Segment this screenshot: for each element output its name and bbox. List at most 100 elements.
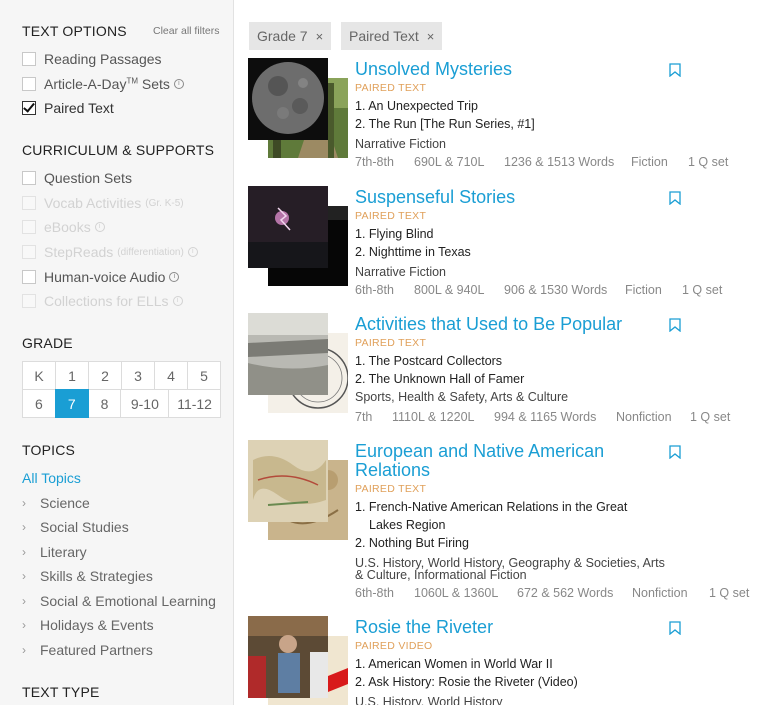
thumbnail-image[interactable] (248, 186, 348, 286)
result-title-continued[interactable]: Relations (355, 461, 430, 480)
result-title[interactable]: Rosie the Riveter (355, 618, 493, 637)
collections-ells-checkbox (22, 294, 36, 308)
result-title[interactable]: European and Native American (355, 442, 604, 461)
result-genre-continued: & Culture, Informational Fiction (355, 568, 527, 582)
curriculum-heading: CURRICULUM & SUPPORTS (22, 142, 215, 158)
human-voice-audio-checkbox[interactable] (22, 270, 36, 284)
ebooks-checkbox (22, 220, 36, 234)
grade-option[interactable]: 6 (22, 389, 56, 418)
ebooks-label: eBooks (44, 219, 91, 235)
paired-item[interactable]: 1. An Unexpected Trip (355, 97, 478, 115)
result-genre: Narrative Fiction (355, 265, 446, 279)
chevron-right-icon: › (22, 643, 26, 657)
reading-passages-checkbox[interactable] (22, 52, 36, 66)
paired-item[interactable]: 1. French-Native American Relations in t… (355, 498, 627, 516)
topic-item[interactable]: › Social & Emotional Learning (22, 593, 216, 609)
topic-item[interactable]: › Science (22, 495, 90, 511)
grade-option[interactable]: 8 (87, 389, 122, 418)
topic-item[interactable]: › Social Studies (22, 519, 129, 535)
bookmark-icon[interactable] (669, 191, 681, 205)
grade-option[interactable]: K (22, 361, 56, 390)
grade-option[interactable]: 1 (55, 361, 89, 390)
filter-human-voice-audio[interactable]: Human-voice Audio i (22, 269, 180, 285)
meta-grades: 6th-8th (355, 586, 394, 600)
meta-words: 906 & 1530 Words (504, 283, 608, 297)
topic-item[interactable]: › Featured Partners (22, 642, 153, 658)
active-filter-chip: Paired Text × (341, 22, 443, 50)
thumbnail-image[interactable] (248, 313, 348, 413)
topic-item[interactable]: › Literary (22, 544, 87, 560)
topic-label: Literary (40, 544, 87, 560)
paired-item[interactable]: 2. Nighttime in Texas (355, 243, 471, 261)
result-title[interactable]: Unsolved Mysteries (355, 60, 512, 79)
meta-lexile: 1110L & 1220L (392, 410, 475, 424)
remove-filter-icon[interactable]: × (316, 29, 324, 44)
info-icon[interactable]: i (169, 272, 180, 282)
text-options-heading: TEXT OPTIONS (22, 23, 127, 39)
paired-item-continued[interactable]: Lakes Region (369, 516, 445, 534)
paired-item[interactable]: 1. American Women in World War II (355, 655, 553, 673)
meta-words: 994 & 1165 Words (494, 410, 597, 424)
vintage-photo-image (248, 313, 328, 395)
grade-option[interactable]: 3 (121, 361, 155, 390)
topic-item[interactable]: › Holidays & Events (22, 617, 154, 633)
meta-grades: 7th (355, 410, 373, 424)
filter-reading-passages[interactable]: Reading Passages (22, 51, 162, 67)
topic-label: Social Studies (40, 519, 129, 535)
meta-qsets: 1 Q set (682, 283, 723, 297)
meta-qsets: 1 Q set (709, 586, 750, 600)
all-topics-link[interactable]: All Topics (22, 470, 81, 486)
filter-article-a-day[interactable]: Article-A-DayTM Sets i (22, 76, 184, 92)
grade-option[interactable]: 11-12 (168, 389, 221, 418)
topics-heading: TOPICS (22, 442, 76, 458)
grade-option[interactable]: 4 (154, 361, 188, 390)
remove-filter-icon[interactable]: × (427, 29, 435, 44)
filter-paired-text[interactable]: Paired Text (22, 100, 114, 116)
vocab-activities-note: (Gr. K-5) (145, 197, 184, 209)
paired-item[interactable]: 1. Flying Blind (355, 225, 434, 243)
grade-option[interactable]: 2 (88, 361, 122, 390)
chevron-right-icon: › (22, 545, 26, 559)
thumbnail-image[interactable] (248, 58, 348, 158)
meta-qsets: 1 Q set (688, 155, 729, 169)
filter-question-sets[interactable]: Question Sets (22, 170, 132, 186)
paired-item[interactable]: 2. Nothing But Firing (355, 534, 469, 552)
paired-text-checkbox[interactable] (22, 101, 36, 115)
meta-type: Nonfiction (616, 410, 672, 424)
thumbnail-image[interactable] (248, 440, 348, 540)
result-title[interactable]: Suspenseful Stories (355, 188, 515, 207)
chip-label: Paired Text (349, 28, 419, 44)
crowd-image (248, 616, 328, 698)
result-title[interactable]: Activities that Used to Be Popular (355, 315, 622, 334)
chevron-right-icon: › (22, 520, 26, 534)
bookmark-icon[interactable] (669, 63, 681, 77)
meta-grades: 7th-8th (355, 155, 394, 169)
thumbnail-image[interactable] (248, 616, 348, 705)
bookmark-icon[interactable] (669, 445, 681, 459)
vocab-activities-checkbox (22, 196, 36, 210)
topic-item[interactable]: › Skills & Strategies (22, 568, 153, 584)
meta-type: Nonfiction (632, 586, 688, 600)
topic-label: Skills & Strategies (40, 568, 153, 584)
result-genre: Sports, Health & Safety, Arts & Culture (355, 390, 569, 404)
meta-type: Fiction (625, 283, 662, 297)
bookmark-icon[interactable] (669, 621, 681, 635)
clear-all-filters-link[interactable]: Clear all filters (153, 25, 220, 37)
article-a-day-label: Article-A-DayTM Sets (44, 76, 170, 92)
paired-item[interactable]: 2. The Run [The Run Series, #1] (355, 115, 535, 133)
question-sets-checkbox[interactable] (22, 171, 36, 185)
grade-option[interactable]: 9-10 (120, 389, 170, 418)
paired-item[interactable]: 2. Ask History: Rosie the Riveter (Video… (355, 673, 578, 691)
filter-stepreads: StepReads (differentiation) i (22, 244, 198, 260)
paired-item[interactable]: 2. The Unknown Hall of Famer (355, 370, 524, 388)
grade-selector: K12345 6 7 8 9-10 11-12 (22, 361, 221, 418)
chevron-right-icon: › (22, 618, 26, 632)
article-a-day-checkbox[interactable] (22, 77, 36, 91)
result-genre: U.S. History, World History (355, 695, 503, 705)
result-kind: PAIRED VIDEO (355, 640, 433, 652)
grade-option[interactable]: 7 (54, 389, 89, 418)
bookmark-icon[interactable] (669, 318, 681, 332)
info-icon[interactable]: i (173, 79, 184, 89)
grade-option[interactable]: 5 (187, 361, 221, 390)
paired-item[interactable]: 1. The Postcard Collectors (355, 352, 502, 370)
